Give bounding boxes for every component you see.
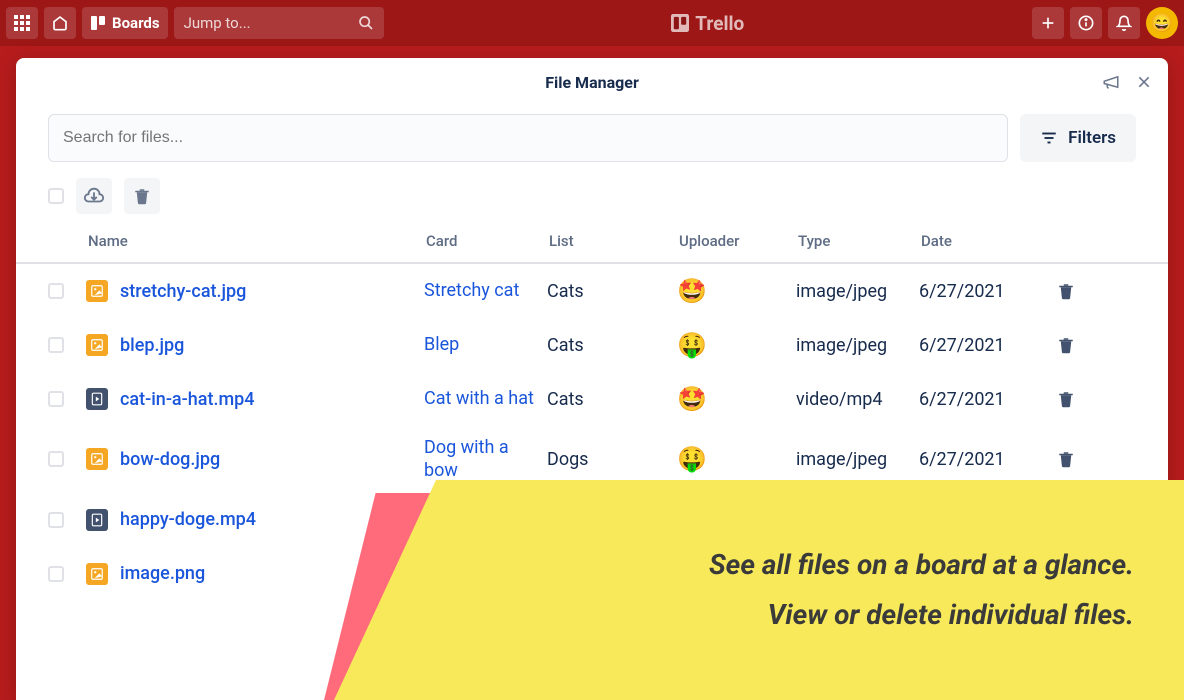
date-cell: 6/27/2021 [919, 335, 1057, 356]
row-checkbox[interactable] [48, 283, 64, 299]
bulk-actions [16, 170, 1168, 222]
close-button[interactable] [1136, 74, 1152, 90]
panel-header: File Manager [16, 58, 1168, 106]
toolbar: Filters [16, 106, 1168, 170]
table-row: blep.jpg Blep Cats🤑 image/jpeg6/27/2021 [16, 318, 1168, 372]
type-cell: image/jpeg [796, 281, 919, 302]
filters-button[interactable]: Filters [1020, 114, 1136, 162]
video-file-icon [86, 388, 108, 410]
plus-icon [1040, 15, 1056, 31]
row-checkbox[interactable] [48, 391, 64, 407]
date-cell: 6/27/2021 [919, 389, 1057, 410]
topbar: Boards Jump to... Trello 😄 [0, 0, 1184, 46]
select-all-checkbox[interactable] [48, 188, 64, 204]
panel-title: File Manager [545, 73, 639, 92]
bell-icon [1116, 15, 1132, 31]
row-delete-button[interactable] [1057, 282, 1087, 300]
uploader-avatar: 🤩 [677, 385, 707, 413]
video-file-icon [86, 509, 108, 531]
create-button[interactable] [1032, 7, 1064, 39]
date-cell: 6/27/2021 [919, 281, 1057, 302]
image-file-icon [86, 280, 108, 302]
trello-logo-icon [671, 14, 689, 32]
col-uploader: Uploader [679, 232, 798, 250]
boards-button[interactable]: Boards [82, 7, 168, 39]
cloud-download-icon [83, 185, 105, 207]
row-delete-button[interactable] [1057, 450, 1087, 468]
card-link[interactable]: Dog with a bow [424, 437, 509, 481]
image-file-icon [86, 448, 108, 470]
row-delete-button[interactable] [1057, 336, 1087, 354]
home-icon [52, 15, 68, 31]
card-link[interactable]: Cat with a hat [424, 388, 540, 409]
image-file-icon [86, 563, 108, 585]
announce-button[interactable] [1102, 73, 1120, 91]
file-name-link[interactable]: cat-in-a-hat.mp4 [120, 389, 254, 410]
user-avatar[interactable]: 😄 [1146, 7, 1178, 39]
close-icon [1136, 74, 1152, 90]
row-checkbox[interactable] [48, 512, 64, 528]
uploader-avatar: 🤑 [677, 331, 707, 359]
col-date: Date [921, 232, 1059, 250]
apps-button[interactable] [6, 7, 38, 39]
topbar-right: 😄 [1032, 7, 1178, 39]
file-name-link[interactable]: image.png [120, 563, 205, 584]
megaphone-icon [1102, 73, 1120, 91]
table-header: Name Card List Uploader Type Date [16, 222, 1168, 264]
col-type: Type [798, 232, 921, 250]
table-row: stretchy-cat.jpg Stretchy cat Cats🤩 image/j… [16, 264, 1168, 318]
row-delete-button[interactable] [1057, 390, 1087, 408]
search-input[interactable] [48, 114, 1008, 162]
file-name-link[interactable]: stretchy-cat.jpg [120, 281, 246, 302]
promo-banner: See all files on a board at a glance. Vi… [334, 480, 1184, 700]
boards-label: Boards [112, 14, 160, 32]
promo-line-2: View or delete individual files. [768, 590, 1134, 640]
grid-icon [14, 15, 30, 31]
search-icon [358, 15, 374, 31]
jump-to-placeholder: Jump to... [184, 14, 251, 32]
home-button[interactable] [44, 7, 76, 39]
type-cell: video/mp4 [796, 389, 919, 410]
col-list: List [549, 232, 679, 250]
col-card: Card [426, 232, 549, 250]
list-cell: Cats [547, 335, 677, 356]
board-icon [90, 15, 106, 31]
download-button[interactable] [76, 178, 112, 214]
list-cell: Cats [547, 389, 677, 410]
file-name-link[interactable]: happy-doge.mp4 [120, 509, 256, 530]
type-cell: image/jpeg [796, 335, 919, 356]
trash-icon [133, 187, 151, 205]
uploader-avatar: 🤩 [677, 277, 707, 305]
card-link[interactable]: Blep [424, 334, 465, 355]
col-name: Name [88, 232, 426, 250]
promo-line-1: See all files on a board at a glance. [709, 540, 1134, 590]
filter-icon [1040, 129, 1058, 147]
file-name-link[interactable]: blep.jpg [120, 335, 184, 356]
notifications-button[interactable] [1108, 7, 1140, 39]
file-name-link[interactable]: bow-dog.jpg [120, 449, 220, 470]
card-link[interactable]: Stretchy cat [424, 280, 525, 301]
table-row: cat-in-a-hat.mp4 Cat with a hat Cats🤩 video… [16, 372, 1168, 426]
brand-text: Trello [695, 12, 744, 35]
filters-label: Filters [1068, 128, 1116, 148]
image-file-icon [86, 334, 108, 356]
date-cell: 6/27/2021 [919, 449, 1057, 470]
row-checkbox[interactable] [48, 337, 64, 353]
list-cell: Cats [547, 281, 677, 302]
list-cell: Dogs [547, 449, 677, 470]
uploader-avatar: 🤑 [677, 445, 707, 473]
brand: Trello [390, 12, 1026, 35]
info-icon [1078, 15, 1094, 31]
type-cell: image/jpeg [796, 449, 919, 470]
row-checkbox[interactable] [48, 451, 64, 467]
bulk-delete-button[interactable] [124, 178, 160, 214]
row-checkbox[interactable] [48, 566, 64, 582]
info-button[interactable] [1070, 7, 1102, 39]
jump-to-search[interactable]: Jump to... [174, 7, 384, 39]
